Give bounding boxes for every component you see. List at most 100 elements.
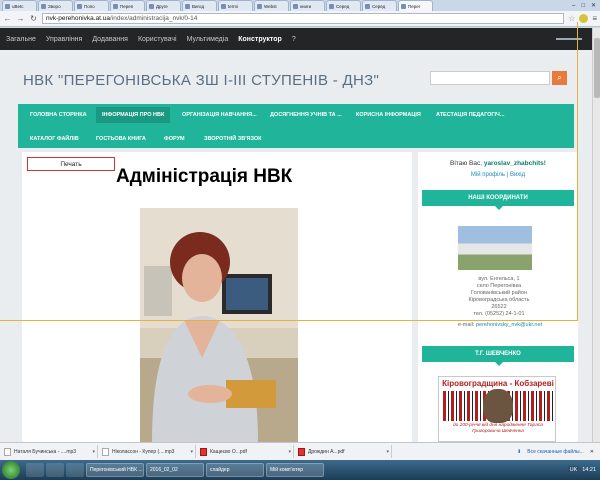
- profile-link[interactable]: Мій профіль: [471, 172, 505, 178]
- nav-item-organization[interactable]: ОРГАНІЗАЦІЯ НАВЧАННЯ...: [182, 112, 257, 118]
- tab-label: Вигод: [192, 3, 205, 9]
- show-all-link[interactable]: Все скачанные файлы...: [527, 449, 584, 455]
- address-bar: ← → ↻ nvk-perehonivka.at.ua /index/admin…: [0, 11, 600, 27]
- school-building-photo: [458, 226, 532, 270]
- school-address: вул. Енгельса, 1 село Перегонівка Голова…: [440, 276, 558, 318]
- quicklaunch-icon[interactable]: [46, 463, 64, 477]
- admin-menu-item[interactable]: Користувачі: [138, 36, 177, 43]
- print-button[interactable]: Печать: [27, 157, 115, 171]
- start-button[interactable]: [2, 461, 20, 479]
- forward-icon[interactable]: →: [16, 14, 25, 23]
- admin-menu-item[interactable]: Мультимедіа: [187, 36, 229, 43]
- tab-label: книги: [300, 3, 312, 9]
- taskbar-window-button[interactable]: Мій комп'ютер: [266, 463, 324, 477]
- taskbar-window-button[interactable]: Перегонівський НВК ...: [86, 463, 144, 477]
- nav-item-useful[interactable]: КОРИСНА ІНФОРМАЦІЯ: [356, 112, 421, 118]
- admin-menu-item[interactable]: Управління: [46, 36, 82, 43]
- scrollbar-thumb[interactable]: [594, 38, 600, 98]
- admin-menu-item[interactable]: Додавання: [92, 36, 128, 43]
- windows-taskbar: Перегонівський НВК ... 2016_02_02 слайдер М…: [0, 460, 600, 480]
- minimize-icon[interactable]: –: [572, 3, 575, 9]
- pdf-file-icon: [200, 447, 207, 456]
- download-filename: Наталя Бучинська - ....mp3: [14, 448, 77, 455]
- tab-favicon-icon: [77, 3, 82, 9]
- browser-tab[interactable]: uBetc: [2, 0, 37, 11]
- show-all-downloads[interactable]: ⬇ Все скачанные файлы... ✕: [517, 449, 600, 455]
- audio-file-icon: [4, 447, 11, 456]
- tab-label: Серед: [372, 3, 386, 9]
- search-button[interactable]: ⌕: [552, 71, 567, 85]
- logout-link[interactable]: Вихід: [510, 172, 525, 178]
- tab-label: termi: [228, 3, 238, 9]
- browser-tab[interactable]: Серед: [362, 0, 397, 11]
- browser-tab[interactable]: Webst: [254, 0, 289, 11]
- back-icon[interactable]: ←: [3, 14, 12, 23]
- nav-item-forum[interactable]: ФОРУМ: [164, 136, 185, 142]
- url-path: /index/administracija_nvk/0-14: [109, 15, 198, 22]
- greeting-text: Вітаю Вас,: [450, 160, 483, 167]
- tab-favicon-icon: [113, 3, 118, 9]
- window-controls: – □ ✕: [572, 0, 600, 11]
- username: yaroslav_zhabchits!: [483, 160, 546, 167]
- download-item[interactable]: Ніколаєсон - Купер (....mp3 ▾: [102, 445, 196, 458]
- nav-item-feedback[interactable]: ЗВОРОТНІЙ ЗВ'ЯЗОК: [204, 136, 261, 142]
- quicklaunch-icon[interactable]: [26, 463, 44, 477]
- address-line: село Перегонівка: [476, 283, 522, 289]
- browser-menu-icon[interactable]: ≡: [592, 14, 597, 23]
- nav-item-files[interactable]: КАТАЛОГ ФАЙЛІВ: [30, 136, 79, 142]
- guide-line-horizontal: [0, 320, 578, 321]
- browser-tab[interactable]: termi: [218, 0, 253, 11]
- download-item[interactable]: Дрождин А...pdf ▾: [298, 445, 392, 458]
- taskbar-window-button[interactable]: слайдер: [206, 463, 264, 477]
- nav-item-home[interactable]: ГОЛОВНА СТОРІНКА: [30, 112, 87, 118]
- nav-item-achievements[interactable]: ДОСЯГНЕННЯ УЧНІВ ТА ...: [270, 112, 342, 118]
- admin-menu-item[interactable]: Загальне: [6, 36, 36, 43]
- article-heading: Адміністрація НВК: [116, 166, 293, 187]
- browser-tab[interactable]: Переп: [110, 0, 145, 11]
- chevron-down-icon[interactable]: ▾: [92, 449, 95, 455]
- extension-icon[interactable]: [579, 14, 589, 23]
- clock[interactable]: 14:21: [582, 467, 596, 473]
- browser-tab[interactable]: Вигод: [182, 0, 217, 11]
- tab-favicon-icon: [5, 3, 10, 9]
- search-input[interactable]: [430, 71, 550, 85]
- browser-tab[interactable]: Попо: [74, 0, 109, 11]
- nav-item-info[interactable]: ІНФОРМАЦІЯ ПРО НВК: [96, 107, 171, 123]
- language-indicator[interactable]: UK: [567, 466, 580, 474]
- download-item[interactable]: Наталя Бучинська - ....mp3 ▾: [4, 445, 98, 458]
- chevron-down-icon[interactable]: ▾: [386, 449, 389, 455]
- page-scrollbar[interactable]: [592, 28, 600, 442]
- browser-tab[interactable]: Зворо: [38, 0, 73, 11]
- browser-tab[interactable]: Друге: [146, 0, 181, 11]
- welcome-message: Вітаю Вас, yaroslav_zhabchits!: [418, 160, 578, 167]
- chevron-down-icon[interactable]: ▾: [288, 449, 291, 455]
- nav-item-attestation[interactable]: АТЕСТАЦІЯ ПЕДАГОГІЧ...: [436, 112, 505, 118]
- email-link[interactable]: perehonivsky_nvk@ukr.net: [476, 322, 542, 328]
- pdf-file-icon: [298, 447, 305, 456]
- school-email: e-mail: perehonivsky_nvk@ukr.net: [430, 322, 570, 328]
- shevchenko-poster[interactable]: Кіровоградщина - Кобзареві до 200-річчя …: [438, 376, 556, 442]
- admin-menu-item[interactable]: ?: [292, 36, 296, 43]
- tab-favicon-icon: [293, 3, 298, 9]
- close-icon[interactable]: ✕: [591, 2, 596, 9]
- url-input[interactable]: nvk-perehonivka.at.ua /index/administrac…: [42, 13, 565, 24]
- tab-label: Зворо: [48, 3, 61, 9]
- admin-menu-item[interactable]: Конструктор: [238, 36, 282, 43]
- browser-tab-strip: uBetc Зворо Попо Переп Друге Вигод termi Webst к…: [0, 0, 600, 11]
- maximize-icon[interactable]: □: [581, 3, 585, 9]
- chevron-down-icon[interactable]: ▾: [190, 449, 193, 455]
- close-downloads-icon[interactable]: ✕: [590, 449, 594, 455]
- poster-title: Кіровоградщина - Кобзареві: [442, 379, 554, 388]
- taskbar-window-button[interactable]: 2016_02_02: [146, 463, 204, 477]
- browser-tab[interactable]: книги: [290, 0, 325, 11]
- quicklaunch-icon[interactable]: [66, 463, 84, 477]
- tab-label: Попо: [84, 3, 95, 9]
- bookmark-star-icon[interactable]: ☆: [568, 14, 575, 23]
- reload-icon[interactable]: ↻: [29, 14, 38, 23]
- admin-user-indicator[interactable]: [556, 38, 582, 40]
- url-domain: nvk-perehonivka.at.ua: [46, 15, 110, 22]
- download-item[interactable]: Кащеєво О...pdf ▾: [200, 445, 294, 458]
- nav-item-guestbook[interactable]: ГОСТЬОВА КНИГА: [96, 136, 146, 142]
- browser-tab[interactable]: Серед: [326, 0, 361, 11]
- browser-tab[interactable]: Перег: [398, 0, 433, 11]
